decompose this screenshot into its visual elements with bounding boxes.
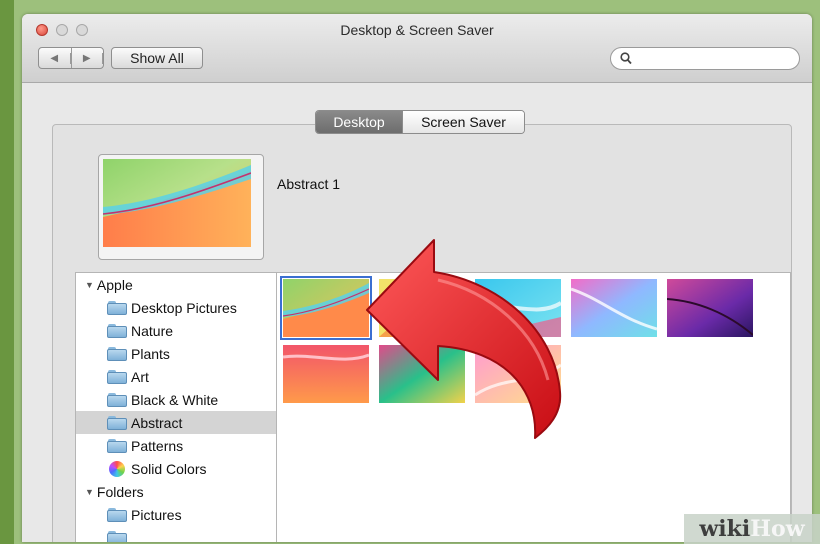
wallpaper-thumbnail[interactable] (379, 345, 465, 403)
sidebar-item-black-white[interactable]: Black & White (76, 388, 277, 411)
sidebar-item-pictures[interactable]: Pictures (76, 503, 277, 526)
wallpaper-thumbnail[interactable] (571, 279, 657, 337)
tab-bar: Desktop Screen Saver (315, 110, 525, 134)
title-bar: Desktop & Screen Saver ◀ ▶ Show All (22, 14, 812, 83)
wikihow-watermark: wiki How (684, 514, 820, 544)
source-list: ▼ Apple Desktop Pictures Nature Plants A… (75, 272, 277, 542)
folder-icon (107, 392, 127, 407)
pictures-folder-icon (107, 507, 127, 522)
sidebar-item-patterns[interactable]: Patterns (76, 434, 277, 457)
forward-button[interactable]: ▶ (72, 48, 103, 68)
sidebar-item-nature[interactable]: Nature (76, 319, 277, 342)
preview-image (103, 159, 251, 247)
folder-icon (107, 346, 127, 361)
wallpaper-name: Abstract 1 (277, 176, 341, 192)
disclosure-triangle-icon: ▼ (85, 279, 94, 290)
sidebar-item-partial[interactable] (76, 526, 277, 542)
search-icon (620, 52, 632, 65)
wallpaper-grid (276, 272, 791, 542)
tab-screen-saver[interactable]: Screen Saver (402, 111, 524, 133)
background-strip (0, 0, 14, 544)
sidebar-item-desktop-pictures[interactable]: Desktop Pictures (76, 296, 277, 319)
back-forward-control: ◀ ▶ (38, 47, 104, 69)
preferences-window: Desktop & Screen Saver ◀ ▶ Show All Desk… (22, 14, 812, 542)
color-wheel-icon (109, 460, 125, 477)
sidebar-item-plants[interactable]: Plants (76, 342, 277, 365)
wallpaper-thumbnail[interactable] (475, 345, 561, 403)
folder-icon (107, 323, 127, 338)
folder-icon (107, 530, 127, 542)
group-header-folders[interactable]: ▼ Folders (76, 480, 277, 503)
wallpaper-preview (98, 154, 264, 260)
folder-icon (107, 415, 127, 430)
tab-desktop[interactable]: Desktop (316, 111, 402, 133)
sidebar-item-solid-colors[interactable]: Solid Colors (76, 457, 277, 480)
sidebar-item-art[interactable]: Art (76, 365, 277, 388)
sidebar-item-abstract[interactable]: Abstract (76, 411, 277, 434)
show-all-button[interactable]: Show All (111, 47, 203, 69)
wallpaper-thumbnail[interactable] (667, 279, 753, 337)
wallpaper-thumbnail[interactable] (475, 279, 561, 337)
folder-icon (107, 369, 127, 384)
forward-arrow-icon: ▶ (72, 52, 103, 64)
search-field[interactable] (610, 47, 800, 70)
back-button[interactable]: ◀ (39, 48, 72, 68)
window-title: Desktop & Screen Saver (340, 22, 494, 38)
disclosure-triangle-icon: ▼ (85, 486, 94, 497)
group-header-apple[interactable]: ▼ Apple (76, 273, 277, 296)
wallpaper-thumbnail[interactable] (280, 276, 372, 340)
folder-icon (107, 300, 127, 315)
folder-icon (107, 438, 127, 453)
wallpaper-thumbnail[interactable] (379, 279, 465, 337)
back-arrow-icon: ◀ (39, 52, 71, 64)
wallpaper-thumbnail[interactable] (283, 345, 369, 403)
